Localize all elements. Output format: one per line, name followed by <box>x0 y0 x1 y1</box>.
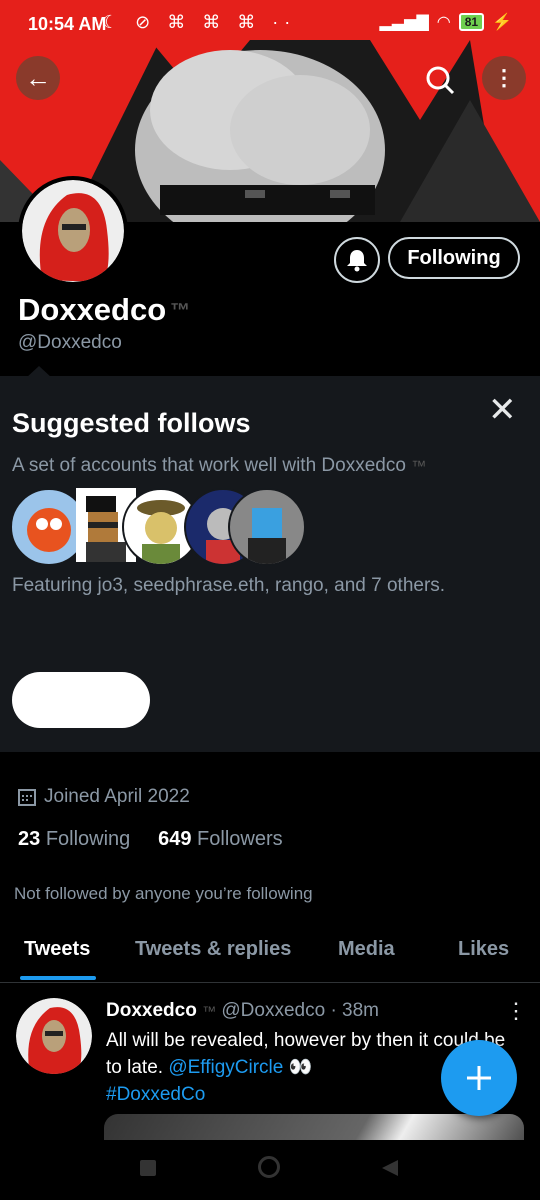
tab-media[interactable]: Media <box>338 938 395 961</box>
more-vertical-icon: ⋮ <box>493 65 515 90</box>
avatar-image <box>22 180 124 282</box>
recents-nav-button[interactable] <box>140 1160 156 1176</box>
suggested-featuring-text: Featuring jo3, seedphrase.eth, rango, an… <box>12 575 446 596</box>
tweet-header: Doxxedco ™ @Doxxedco · 38m <box>106 1000 379 1022</box>
suggested-follows-title: Suggested follows <box>12 408 251 438</box>
home-nav-button[interactable] <box>258 1156 280 1178</box>
plus-icon <box>467 1066 491 1090</box>
following-stat[interactable]: 23 Following <box>18 828 130 850</box>
trademark-badge: ™ <box>202 1003 217 1019</box>
tab-tweets[interactable]: Tweets <box>24 938 90 961</box>
following-count: 23 <box>18 828 41 850</box>
joined-date: Joined April 2022 <box>44 786 190 807</box>
tweet-author-handle[interactable]: @Doxxedco <box>221 1000 325 1021</box>
suggested-subtitle-text: A set of accounts that work well with Do… <box>12 455 406 476</box>
charging-icon: ⚡ <box>492 14 512 31</box>
wifi-icon: ◠ <box>436 14 451 31</box>
profile-avatar[interactable] <box>18 176 128 286</box>
calendar-icon <box>18 789 36 806</box>
notification-icons: ☾ ⊘ ⌘ ⌘ ⌘ ·· <box>102 12 297 32</box>
back-arrow-icon: ← <box>25 62 51 93</box>
close-icon: ✕ <box>488 391 517 429</box>
follow-all-button[interactable] <box>12 672 150 728</box>
notifications-button[interactable] <box>334 237 380 283</box>
panel-pointer <box>26 366 52 378</box>
followers-stat[interactable]: 649 Followers <box>158 828 283 850</box>
bell-icon <box>347 250 367 272</box>
battery-icon: 81 <box>458 13 485 31</box>
tweet-author-avatar[interactable] <box>16 998 92 1074</box>
system-navigation-bar <box>0 1140 540 1200</box>
joined-date-row: Joined April 2022 <box>18 786 190 808</box>
profile-tabs: Tweets Tweets & replies Media Likes <box>0 924 540 983</box>
signal-icon: ▂▃▅▇ <box>379 14 429 31</box>
suggested-follows-subtitle: A set of accounts that work well with Do… <box>12 455 426 477</box>
more-options-button[interactable]: ⋮ <box>482 56 526 100</box>
search-button[interactable] <box>420 60 460 100</box>
tab-likes[interactable]: Likes <box>458 938 509 961</box>
avatar-image <box>16 998 92 1074</box>
following-button[interactable]: Following <box>388 237 520 279</box>
compose-tweet-button[interactable] <box>441 1040 517 1116</box>
tweet-hashtag-link[interactable]: #DoxxedCo <box>106 1084 205 1105</box>
search-icon <box>426 66 455 95</box>
tweet-mention-link[interactable]: @EffigyCircle <box>168 1057 283 1078</box>
tweet-author-name[interactable]: Doxxedco <box>106 1000 197 1021</box>
more-vertical-icon: ⋮ <box>505 998 527 1023</box>
suggested-avatar[interactable] <box>228 488 306 566</box>
followers-count: 649 <box>158 828 192 850</box>
trademark-badge: ™ <box>411 458 427 475</box>
following-label: Following <box>45 828 131 850</box>
status-right-icons: ▂▃▅▇ ◠ 81 ⚡ <box>380 12 512 32</box>
tweet-time: · 38m <box>330 1000 380 1021</box>
profile-handle: @Doxxedco <box>18 332 122 353</box>
follow-stats: 23 Following 649 Followers <box>18 828 283 851</box>
display-name: Doxxedco <box>18 292 167 327</box>
trademark-badge: ™ <box>170 300 190 322</box>
avatar-image <box>27 508 71 552</box>
status-time: 10:54 AM <box>28 14 107 34</box>
back-button[interactable]: ← <box>16 56 60 100</box>
followers-label: Followers <box>197 828 283 850</box>
close-suggested-button[interactable]: ✕ <box>488 390 517 430</box>
avatar-image <box>248 508 286 564</box>
not-followed-notice: Not followed by anyone you’re following <box>14 884 313 903</box>
active-tab-indicator <box>20 976 96 980</box>
back-nav-button[interactable] <box>380 1158 400 1178</box>
tab-tweets-replies[interactable]: Tweets & replies <box>135 938 291 961</box>
eyes-emoji: 👀 <box>288 1057 313 1078</box>
tweet-more-button[interactable]: ⋮ <box>505 998 527 1024</box>
